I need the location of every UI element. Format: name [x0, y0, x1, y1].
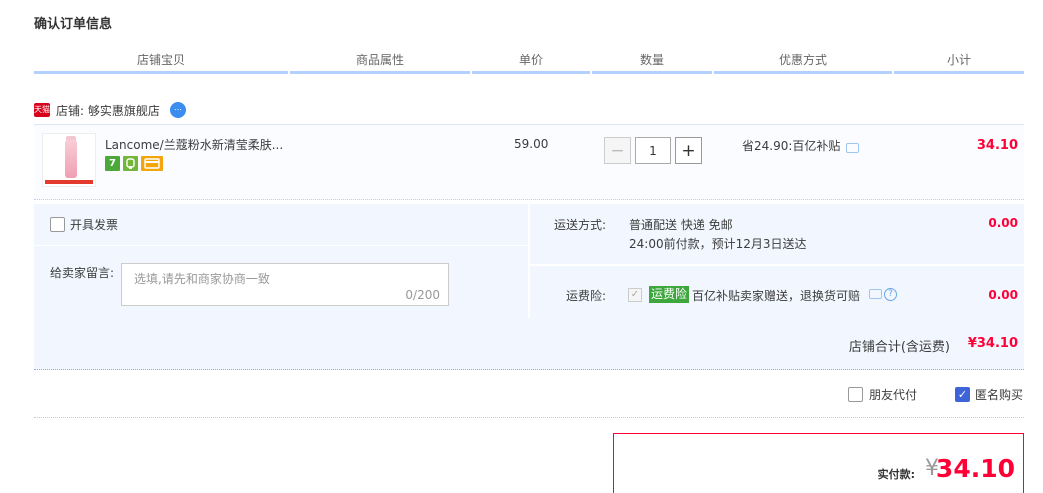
credit-card-icon[interactable]	[141, 156, 163, 171]
insurance-label: 运费险:	[566, 289, 607, 303]
unit-price: 59.00	[514, 137, 549, 151]
shop-total-row: 店铺合计(含运费) ¥34.10	[34, 318, 1024, 370]
header-promotion: 优惠方式	[714, 50, 892, 74]
shop-name[interactable]: 店铺: 够实惠旗舰店	[56, 102, 160, 119]
quantity-stepper[interactable]: − +	[604, 137, 702, 164]
product-title[interactable]: Lancome/兰蔻粉水新清莹柔肤...	[105, 136, 283, 153]
shop-total-label: 店铺合计(含运费)	[848, 340, 950, 355]
payment-amount: 34.10	[935, 454, 1015, 483]
invoice-checkbox[interactable]	[50, 217, 65, 232]
shipping-method-row: 运送方式: 普通配送 快递 免邮 24:00前付款，预计12月3日送达 0.00	[530, 204, 1024, 266]
friend-pay-option[interactable]: 朋友代付	[848, 386, 917, 403]
message-icon[interactable]	[869, 289, 882, 299]
shipping-panel: 运送方式: 普通配送 快递 免邮 24:00前付款，预计12月3日送达 0.00…	[530, 204, 1024, 318]
shop-total-amount: ¥34.10	[967, 336, 1018, 351]
friend-pay-label[interactable]: 朋友代付	[869, 386, 917, 403]
help-question-icon[interactable]: ?	[884, 288, 897, 301]
shield-icon[interactable]	[123, 156, 138, 171]
insurance-text: 百亿补贴卖家赠送，退换货可赔	[692, 289, 861, 303]
order-item-row: Lancome/兰蔻粉水新清莹柔肤... 7 59.00 − + 省24.90:…	[34, 124, 1024, 200]
invoice-row: 开具发票	[34, 204, 528, 246]
payment-summary: 实付款: ¥ 34.10	[613, 433, 1024, 493]
header-subtotal: 小计	[894, 50, 1024, 74]
payment-label: 实付款:	[877, 468, 915, 481]
seller-memo-row: 给卖家留言: 选填,请先和商家协商一致 0/200	[34, 250, 528, 318]
page-title: 确认订单信息	[34, 17, 113, 32]
header-attributes: 商品属性	[290, 50, 470, 74]
increase-quantity-button[interactable]: +	[675, 137, 702, 164]
header-quantity: 数量	[592, 50, 712, 74]
order-table-header: 店铺宝贝 商品属性 单价 数量 优惠方式 小计	[34, 50, 1024, 74]
anonymous-label[interactable]: 匿名购买	[975, 386, 1023, 403]
memo-char-counter: 0/200	[405, 288, 440, 302]
invoice-memo-panel: 开具发票 给卖家留言: 选填,请先和商家协商一致 0/200	[34, 204, 528, 318]
header-shop-item: 店铺宝贝	[34, 50, 288, 74]
bottle-shape	[65, 140, 77, 178]
message-icon[interactable]	[846, 142, 860, 153]
friend-pay-checkbox[interactable]	[848, 387, 863, 402]
service-badges: 7	[105, 156, 163, 171]
insurance-tag: 运费险	[649, 286, 690, 303]
insurance-fee: 0.00	[988, 288, 1018, 302]
seven-day-return-icon[interactable]: 7	[105, 156, 120, 171]
promotion-text: 省24.90:百亿补贴	[742, 139, 841, 153]
shipping-method: 普通配送 快递 免邮	[629, 218, 733, 232]
chat-seller-icon[interactable]: ⋯	[169, 102, 186, 118]
anonymous-purchase-option[interactable]: ✓ 匿名购买	[955, 386, 1023, 403]
shipping-fee: 0.00	[988, 216, 1018, 230]
promotion-info: 省24.90:百亿补贴	[742, 137, 860, 154]
payment-options-row: 朋友代付 ✓ 匿名购买	[34, 384, 1024, 418]
tmall-icon: 天猫	[34, 103, 50, 117]
product-thumbnail[interactable]	[42, 133, 96, 187]
shipping-label: 运送方式:	[554, 218, 607, 232]
memo-placeholder: 选填,请先和商家协商一致	[134, 272, 270, 286]
anonymous-checkbox[interactable]: ✓	[955, 387, 970, 402]
memo-textarea[interactable]: 选填,请先和商家协商一致 0/200	[121, 263, 449, 306]
insurance-checkbox: ✓	[628, 288, 642, 302]
order-options: 开具发票 给卖家留言: 选填,请先和商家协商一致 0/200 运送方式: 普通配…	[34, 204, 1024, 318]
promo-strip	[45, 180, 93, 184]
invoice-label[interactable]: 开具发票	[70, 216, 118, 233]
memo-label: 给卖家留言:	[50, 266, 115, 280]
decrease-quantity-button[interactable]: −	[604, 137, 631, 164]
item-subtotal: 34.10	[976, 138, 1018, 153]
insurance-help: ?	[869, 288, 897, 301]
shipping-eta: 24:00前付款，预计12月3日送达	[629, 237, 807, 251]
shop-row: 天猫 店铺: 够实惠旗舰店 ⋯	[34, 101, 186, 119]
header-unit-price: 单价	[472, 50, 590, 74]
quantity-input[interactable]	[635, 137, 671, 164]
